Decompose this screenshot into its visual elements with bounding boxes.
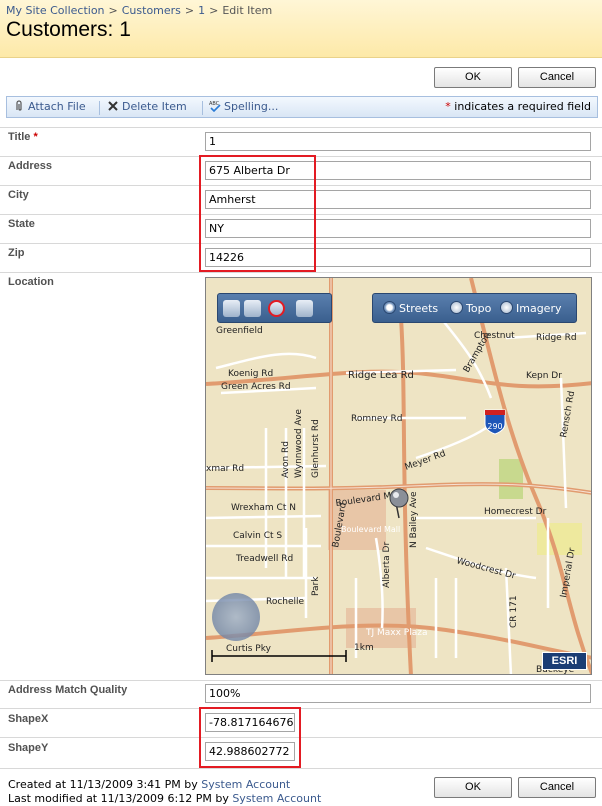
breadcrumb-separator: > [108,4,118,17]
map-label: Boulevard Mall [341,525,400,534]
map-tool-panel [217,293,332,323]
toolbar-divider [99,101,100,115]
pan-tool-icon[interactable] [223,300,240,317]
modified-by-link[interactable]: System Account [232,792,321,805]
basemap-label: Imagery [516,302,562,315]
location-map[interactable]: 290 Greenfield Chestnut Ridge Rd Koenig … [205,277,592,675]
delete-item-label: Delete Item [122,100,187,113]
required-marker: * [445,100,451,113]
ok-button-bottom[interactable]: OK [434,777,512,798]
delete-x-icon [108,101,118,111]
shape-highlight-box [199,707,301,768]
map-label: Alberta Dr [382,542,392,588]
basemap-label: Streets [399,302,439,315]
required-note-text: indicates a required field [454,100,591,113]
attach-file-button[interactable]: Attach File [13,100,86,113]
settings-gear-icon[interactable] [296,300,313,317]
map-label: Glenhurst Rd [311,419,321,478]
cancel-button-bottom[interactable]: Cancel [518,777,596,798]
paperclip-icon [16,100,22,111]
title-input[interactable]: 1 [205,132,591,151]
ok-button-top[interactable]: OK [434,67,512,88]
basemap-switcher: Streets Topo Imagery [372,293,577,323]
address-highlight-box [199,155,316,272]
map-label: Romney Rd [351,414,403,424]
breadcrumb-site-link[interactable]: My Site Collection [6,4,105,17]
required-field-note: * indicates a required field [445,100,591,113]
delete-item-button[interactable]: Delete Item [107,100,187,113]
map-label: Ridge Rd [536,333,577,343]
scale-label: 1km [354,643,374,653]
map-label: Park [311,576,321,596]
esri-logo: ESRI [542,652,587,670]
created-by-link[interactable]: System Account [201,778,290,791]
created-info: Created at 11/13/2009 3:41 PM by System … [8,778,291,791]
form-toolbar: Attach File Delete Item ABC Spelling... *… [6,96,598,118]
toolbar-divider [202,101,203,115]
title-area: My Site Collection > Customers >1 > Edit Item… [0,0,602,58]
map-label: Wynnwood Ave [294,409,304,478]
spelling-button[interactable]: ABC Spelling... [209,100,278,113]
map-label: CR 171 [509,595,519,628]
breadcrumb-item-link[interactable]: 1 [198,4,205,17]
attach-file-label: Attach File [28,100,86,113]
breadcrumb-list-link[interactable]: Customers [122,4,181,17]
shapey-label: ShapeY [8,742,49,754]
modified-info: Last modified at 11/13/2009 6:12 PM by S… [8,792,322,805]
breadcrumb-separator: > [209,4,219,17]
basemap-imagery-option[interactable]: Imagery [500,301,561,315]
cancel-button-top[interactable]: Cancel [518,67,596,88]
row-divider [0,768,602,769]
radio-icon [500,301,513,314]
title-label: Title * [8,131,38,143]
breadcrumb: My Site Collection > Customers >1 > Edit Item [6,4,272,17]
map-label: Ridge Lea Rd [348,370,414,381]
row-divider [0,708,602,709]
radio-icon [450,301,463,314]
zip-label: Zip [8,247,25,259]
map-label: Greenfield [216,326,263,336]
page-title: Customers: 1 [6,18,131,41]
map-pan-compass-icon[interactable] [212,593,260,641]
map-label: Rochelle [266,597,305,607]
breadcrumb-current: Edit Item [222,4,273,17]
map-label: Homecrest Dr [484,507,547,517]
map-label: Calvin Ct S [233,531,282,541]
address-match-quality-label: Address Match Quality [8,684,128,696]
map-label: Koenig Rd [228,369,273,379]
locate-tool-icon[interactable] [244,300,261,317]
map-label: Kepn Dr [526,371,562,381]
highway-290-shield: 290 [484,409,506,435]
address-match-quality-input[interactable]: 100% [205,684,591,703]
address-label: Address [8,160,53,172]
required-marker: * [33,131,38,143]
spelling-label: Spelling... [224,100,279,113]
map-label: Treadwell Rd [235,554,293,564]
map-label: Curtis Pky [226,644,272,654]
map-label: TJ Maxx Plaza [365,628,428,638]
row-divider [0,680,602,681]
map-label: Wrexham Ct N [231,503,296,513]
state-label: State [8,218,35,230]
geocode-tool-icon[interactable] [268,300,285,317]
map-label: xmar Rd [206,464,244,474]
highway-shield-label: 290 [487,422,502,431]
city-label: City [8,189,29,201]
row-divider [0,272,602,273]
basemap-label: Topo [466,302,492,315]
map-label: Green Acres Rd [221,382,291,392]
map-canvas[interactable]: 290 Greenfield Chestnut Ridge Rd Koenig … [206,278,592,675]
basemap-topo-option[interactable]: Topo [450,301,491,315]
map-label: N Bailey Ave [409,491,419,548]
basemap-streets-option[interactable]: Streets [383,301,438,315]
radio-selected-icon [383,301,396,314]
row-divider [0,127,602,128]
row-divider [0,737,602,738]
map-label: Avon Rd [281,441,291,478]
breadcrumb-separator: > [184,4,195,17]
spelling-check-icon: ABC [209,101,221,112]
location-label: Location [8,276,54,288]
shapex-label: ShapeX [8,713,49,725]
